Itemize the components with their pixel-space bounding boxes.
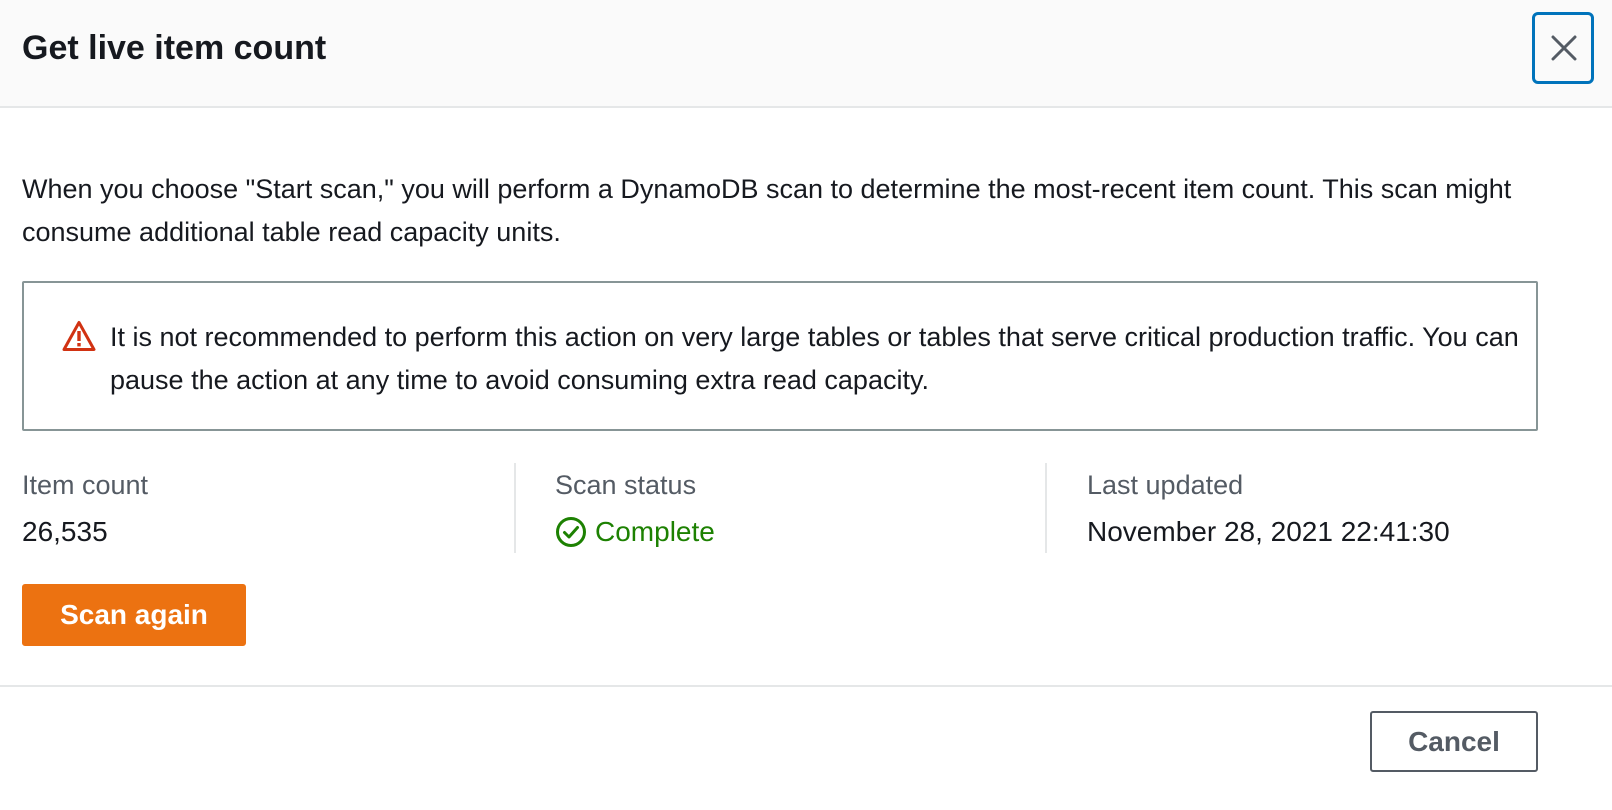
get-live-item-count-modal: Get live item count When you choose "Sta… (0, 0, 1612, 810)
last-updated-label: Last updated (1087, 470, 1244, 500)
warning-alert: It is not recommended to perform this ac… (22, 281, 1538, 431)
warning-text: It is not recommended to perform this ac… (110, 322, 1519, 395)
modal-header: Get live item count (0, 0, 1612, 108)
scan-again-button[interactable]: Scan again (22, 584, 246, 646)
item-count-stat: Item count 26,535 (22, 463, 492, 553)
stat-divider (514, 463, 516, 553)
stat-divider (1045, 463, 1047, 553)
close-button[interactable] (1532, 12, 1594, 84)
modal-title: Get live item count (22, 29, 327, 67)
footer-divider (0, 685, 1612, 687)
scan-status-stat: Scan status Complete (555, 463, 1025, 553)
check-circle-icon (556, 517, 586, 547)
close-icon (1551, 35, 1577, 61)
scan-description: When you choose "Start scan," you will p… (22, 174, 1512, 247)
scan-status-text: Complete (595, 516, 715, 547)
item-count-label: Item count (22, 470, 149, 500)
last-updated-value: November 28, 2021 22:41:30 (1087, 516, 1450, 547)
warning-icon (62, 321, 96, 351)
scan-status-label: Scan status (555, 470, 697, 500)
last-updated-stat: Last updated November 28, 2021 22:41:30 (1087, 463, 1567, 553)
scan-status-value: Complete (555, 514, 715, 550)
item-count-value: 26,535 (22, 516, 108, 547)
cancel-button[interactable]: Cancel (1370, 711, 1538, 772)
